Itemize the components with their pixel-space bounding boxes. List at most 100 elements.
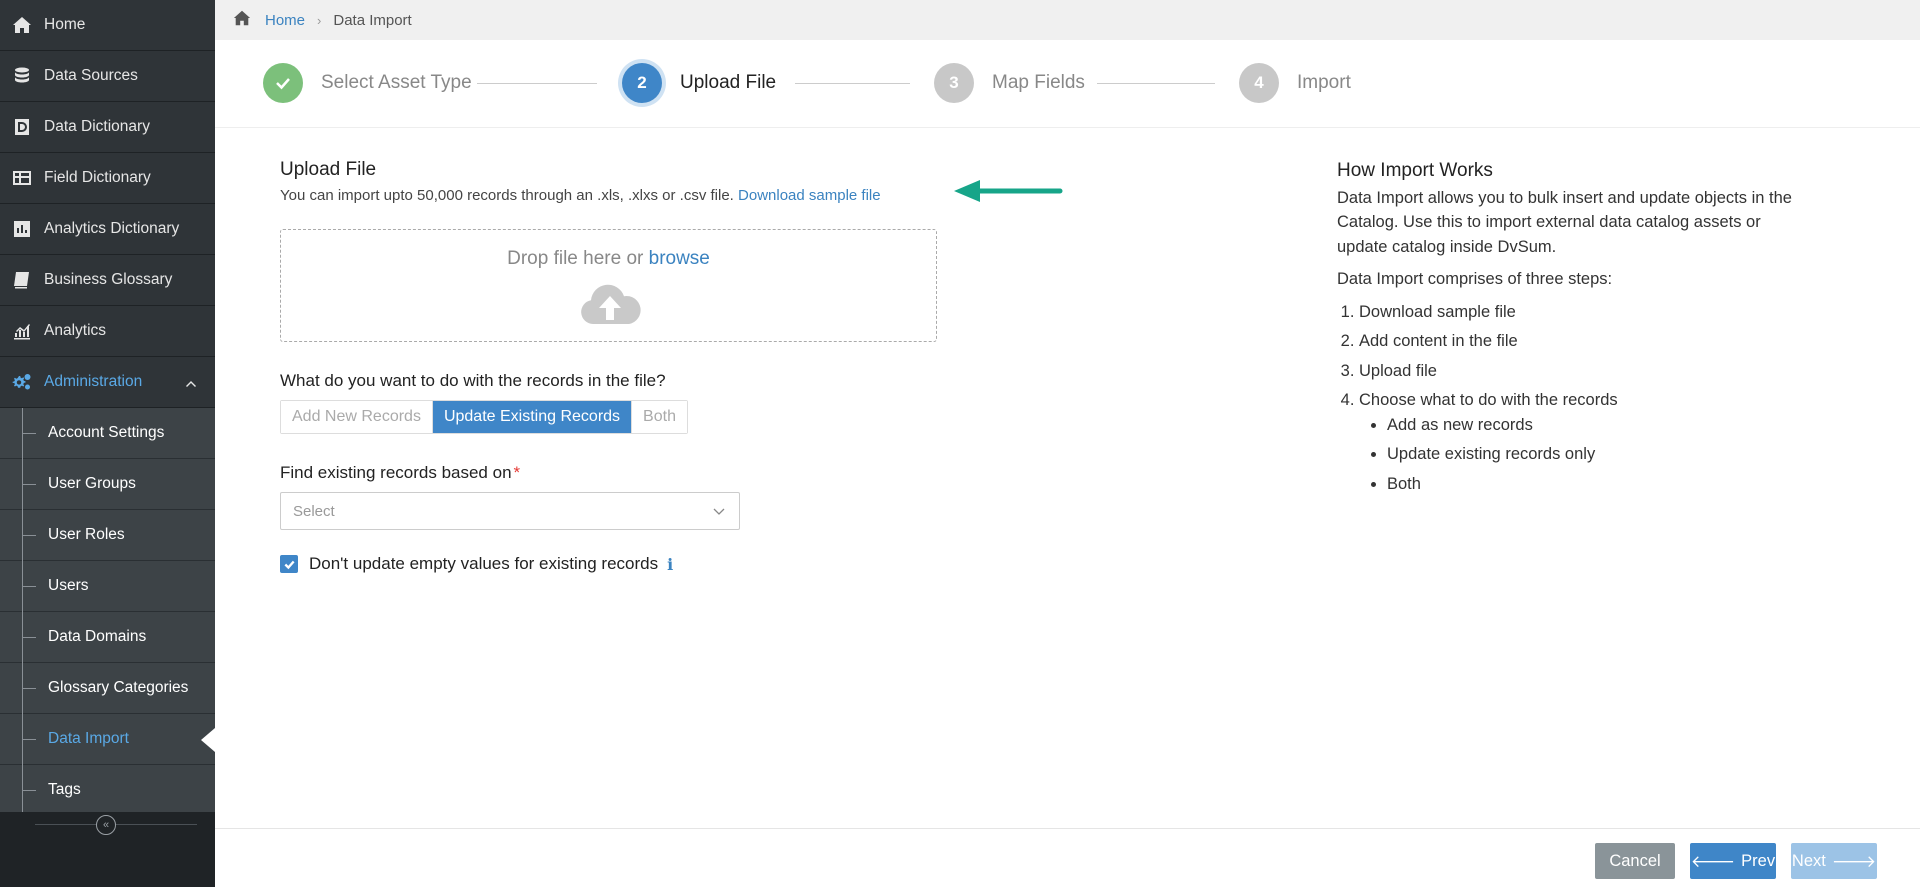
home-icon xyxy=(0,15,44,35)
help-title: How Import Works xyxy=(1337,160,1493,181)
sidebar-item-label: Field Dictionary xyxy=(44,169,151,186)
file-dropzone[interactable]: Drop file here or browse xyxy=(280,229,937,342)
sidebar-subitem-label: Account Settings xyxy=(48,424,165,441)
sidebar-item-administration[interactable]: Administration xyxy=(0,357,215,408)
sidebar-subitem-user-groups[interactable]: User Groups xyxy=(0,459,215,510)
sidebar-item-field-dictionary[interactable]: Field Dictionary xyxy=(0,153,215,204)
records-action-toggle: Add New Records Update Existing Records … xyxy=(280,400,688,434)
prev-button[interactable]: 🡐 Prev xyxy=(1690,843,1776,879)
chevron-right-icon: › xyxy=(317,12,322,28)
sidebar-item-analytics[interactable]: Analytics xyxy=(0,306,215,357)
find-label-text: Find existing records based on xyxy=(280,463,512,482)
help-step-text: Choose what to do with the records xyxy=(1359,391,1618,409)
sidebar-item-home[interactable]: Home xyxy=(0,0,215,51)
checkbox-label: Don't update empty values for existing r… xyxy=(309,554,659,573)
sidebar-subitem-data-domains[interactable]: Data Domains xyxy=(0,612,215,663)
help-steps-intro: Data Import comprises of three steps: xyxy=(1337,270,1613,288)
info-icon[interactable]: i xyxy=(667,555,673,574)
sidebar-item-analytics-dictionary[interactable]: Analytics Dictionary xyxy=(0,204,215,255)
sidebar-item-data-dictionary[interactable]: Data Dictionary xyxy=(0,102,215,153)
divider xyxy=(35,824,197,825)
sidebar-footer: « xyxy=(0,812,215,887)
book-icon xyxy=(0,270,44,290)
download-sample-link[interactable]: Download sample file xyxy=(738,187,881,204)
add-new-records-option[interactable]: Add New Records xyxy=(281,401,433,433)
sidebar-subitem-account-settings[interactable]: Account Settings xyxy=(0,408,215,459)
help-intro: Data Import allows you to bulk insert an… xyxy=(1337,188,1792,256)
bar-chart-icon xyxy=(0,219,44,239)
sidebar-subitem-label: Glossary Categories xyxy=(48,679,189,696)
find-records-label: Find existing records based on * xyxy=(280,463,520,483)
sidebar-subitem-label: Data Domains xyxy=(48,628,147,645)
drop-label: Drop file here or xyxy=(507,248,644,269)
chevron-down-icon xyxy=(713,508,725,515)
sidebar-subitem-tags[interactable]: Tags xyxy=(0,765,215,816)
arrow-left-icon: 🡐 xyxy=(1690,852,1736,871)
select-placeholder: Select xyxy=(293,502,335,520)
step-connector xyxy=(1097,83,1215,84)
check-icon xyxy=(263,63,303,103)
both-option[interactable]: Both xyxy=(632,401,687,433)
sidebar-item-label: Analytics xyxy=(44,322,107,339)
chevron-up-icon[interactable] xyxy=(185,377,196,387)
required-marker: * xyxy=(513,463,521,482)
analytics-icon xyxy=(0,321,44,341)
sidebar-subitem-label: User Groups xyxy=(48,475,136,492)
help-step: Add content in the file xyxy=(1359,329,1797,354)
sidebar-subitem-data-import[interactable]: Data Import xyxy=(0,714,215,765)
step-number: 4 xyxy=(1239,63,1279,103)
help-panel: How Import Works Data Import allows you … xyxy=(1337,159,1797,501)
find-records-select[interactable]: Select xyxy=(280,492,740,530)
next-button[interactable]: Next 🡒 xyxy=(1791,843,1877,879)
step-upload-file[interactable]: 2 Upload File xyxy=(622,63,776,103)
help-record-options: Add as new records Update existing recor… xyxy=(1359,413,1797,497)
step-import[interactable]: 4 Import xyxy=(1239,63,1351,103)
step-select-asset-type[interactable]: Select Asset Type xyxy=(263,63,472,103)
help-record-option: Add as new records xyxy=(1387,413,1797,438)
upload-description: You can import upto 50,000 records throu… xyxy=(280,187,881,204)
wizard-footer: Cancel 🡐 Prev Next 🡒 xyxy=(215,828,1920,887)
step-label: Import xyxy=(1297,72,1351,93)
step-number: 2 xyxy=(622,63,662,103)
step-map-fields[interactable]: 3 Map Fields xyxy=(934,63,1085,103)
step-label: Map Fields xyxy=(992,72,1085,93)
step-label: Select Asset Type xyxy=(321,72,472,93)
sidebar: Home Data Sources Data Dictionary Field … xyxy=(0,0,215,887)
sidebar-item-label: Data Dictionary xyxy=(44,118,150,135)
sidebar-subitem-label: User Roles xyxy=(48,526,125,543)
cloud-upload-icon xyxy=(581,284,641,324)
table-icon xyxy=(0,168,44,188)
sidebar-item-data-sources[interactable]: Data Sources xyxy=(0,51,215,102)
sidebar-subitem-glossary-categories[interactable]: Glossary Categories xyxy=(0,663,215,714)
browse-link[interactable]: browse xyxy=(649,248,710,269)
next-label: Next xyxy=(1791,851,1826,870)
dont-update-empty-checkbox[interactable] xyxy=(280,555,298,573)
cancel-button[interactable]: Cancel xyxy=(1595,843,1675,879)
step-connector xyxy=(477,83,597,84)
sidebar-subitem-label: Users xyxy=(48,577,89,594)
help-step: Download sample file xyxy=(1359,300,1797,325)
collapse-sidebar-icon[interactable]: « xyxy=(96,815,116,835)
help-record-option: Both xyxy=(1387,472,1797,497)
dropzone-text: Drop file here or browse xyxy=(281,248,936,270)
stepper: Select Asset Type 2 Upload File 3 Map Fi… xyxy=(215,40,1920,128)
breadcrumb-current: Data Import xyxy=(333,11,412,29)
step-label: Upload File xyxy=(680,72,777,93)
help-step: Upload file xyxy=(1359,359,1797,384)
sidebar-item-business-glossary[interactable]: Business Glossary xyxy=(0,255,215,306)
breadcrumb-home-link[interactable]: Home xyxy=(265,12,305,29)
dictionary-icon xyxy=(0,117,44,137)
help-steps-list: Download sample file Add content in the … xyxy=(1337,300,1797,497)
upload-file-title: Upload File xyxy=(280,159,377,180)
help-step: Choose what to do with the records Add a… xyxy=(1359,388,1797,496)
arrow-left-icon xyxy=(954,180,1063,202)
dont-update-empty-row: Don't update empty values for existing r… xyxy=(280,554,673,574)
sidebar-subitem-label: Tags xyxy=(48,781,81,798)
sidebar-subitem-user-roles[interactable]: User Roles xyxy=(0,510,215,561)
sidebar-subitem-label: Data Import xyxy=(48,730,129,747)
home-icon[interactable] xyxy=(233,9,251,31)
sidebar-item-label: Home xyxy=(44,16,86,33)
update-existing-records-option[interactable]: Update Existing Records xyxy=(432,401,633,433)
sidebar-subitem-users[interactable]: Users xyxy=(0,561,215,612)
gears-icon xyxy=(0,372,44,392)
